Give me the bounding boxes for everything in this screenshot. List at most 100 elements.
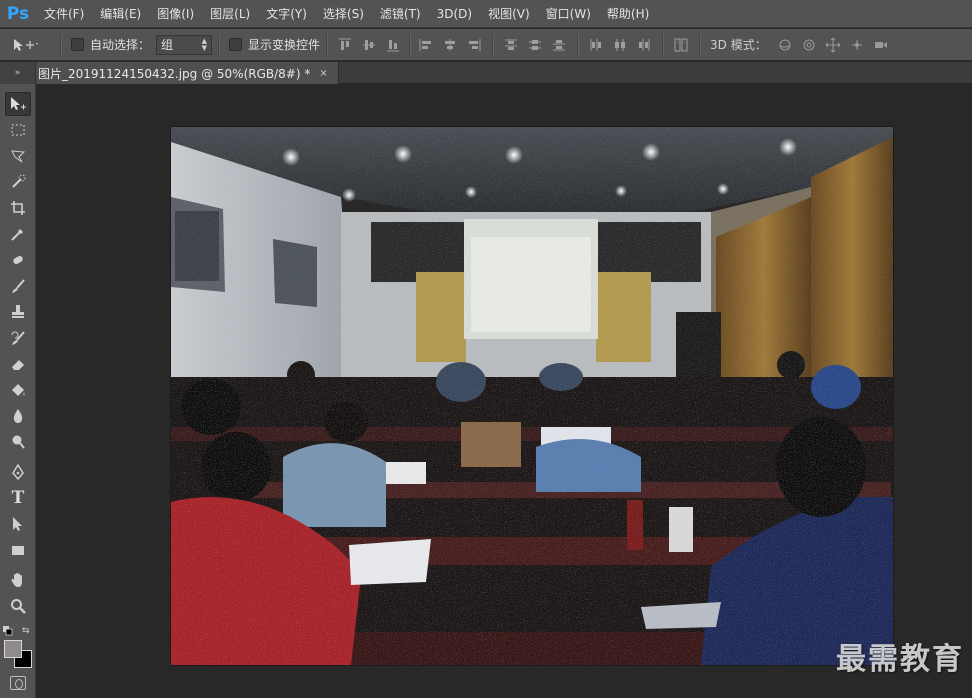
zoom-tool[interactable] xyxy=(5,594,31,618)
close-tab-icon[interactable]: × xyxy=(319,68,327,79)
pen-tool[interactable] xyxy=(5,460,31,484)
canvas-area[interactable]: 最需教育 xyxy=(37,85,972,698)
show-transform-group: 显示变换控件 xyxy=(229,36,320,53)
align-right-edges-button[interactable] xyxy=(464,35,484,55)
watermark-text: 最需教育 xyxy=(836,642,964,677)
options-separator xyxy=(662,33,664,56)
dodge-tool[interactable] xyxy=(5,430,31,454)
quick-mask-icon[interactable] xyxy=(10,676,26,690)
distribute-vcenter-button[interactable] xyxy=(525,35,545,55)
menu-bar: Ps 文件(F) 编辑(E) 图像(I) 图层(L) 文字(Y) 选择(S) 滤… xyxy=(0,0,972,28)
hand-tool[interactable] xyxy=(5,568,31,592)
eyedropper-tool[interactable] xyxy=(5,222,31,246)
swap-colors-icon[interactable]: ⇆ xyxy=(22,626,32,636)
document-image[interactable] xyxy=(171,127,893,665)
zoom-tool-icon xyxy=(11,599,26,614)
dropdown-arrows-icon: ▲ ▼ xyxy=(201,36,208,52)
align-top-icon xyxy=(339,38,352,50)
menu-3d[interactable]: 3D(D) xyxy=(429,0,480,28)
pen-tool-icon xyxy=(12,463,24,481)
align-vcenter-icon xyxy=(363,39,376,50)
path-selection-tool[interactable] xyxy=(5,512,31,536)
eraser-tool[interactable] xyxy=(5,352,31,376)
align-left-edges-button[interactable] xyxy=(416,35,436,55)
menu-view[interactable]: 视图(V) xyxy=(480,0,538,28)
auto-select-label: 自动选择： xyxy=(90,38,151,52)
type-tool[interactable]: T xyxy=(5,486,31,510)
options-separator xyxy=(326,33,328,56)
blur-tool[interactable] xyxy=(5,404,31,428)
document-tab[interactable]: 图片_20191124150432.jpg @ 50%(RGB/8#) * × xyxy=(36,62,339,84)
blur-tool-icon xyxy=(13,409,23,423)
align-vertical-centers-button[interactable] xyxy=(359,35,379,55)
3d-mode-label: 3D 模式： xyxy=(710,38,767,52)
menu-help[interactable]: 帮助(H) xyxy=(599,0,657,28)
align-horizontal-centers-button[interactable] xyxy=(440,35,460,55)
menu-window[interactable]: 窗口(W) xyxy=(538,0,599,28)
rectangle-tool[interactable] xyxy=(5,538,31,562)
menu-edit[interactable]: 编辑(E) xyxy=(92,0,149,28)
align-hcenter-icon xyxy=(445,38,456,51)
history-brush-tool[interactable] xyxy=(5,326,31,350)
healing-brush-tool[interactable] xyxy=(5,248,31,272)
auto-align-layers-button[interactable] xyxy=(671,35,691,55)
3d-scale-button[interactable] xyxy=(871,35,891,55)
crop-tool[interactable] xyxy=(5,196,31,220)
menu-file[interactable]: 文件(F) xyxy=(36,0,92,28)
lasso-tool[interactable] xyxy=(5,144,31,168)
move-tool[interactable] xyxy=(5,92,31,116)
history-brush-tool-icon xyxy=(11,331,25,345)
classroom-photo xyxy=(171,127,893,665)
default-colors-icon[interactable] xyxy=(3,626,13,636)
distribute-left-button[interactable] xyxy=(586,35,606,55)
tool-preset-picker[interactable] xyxy=(12,34,54,56)
options-separator xyxy=(492,33,494,56)
photoshop-window: Ps 文件(F) 编辑(E) 图像(I) 图层(L) 文字(Y) 选择(S) 滤… xyxy=(0,0,972,698)
hand-tool-icon xyxy=(11,573,22,587)
menu-image[interactable]: 图像(I) xyxy=(149,0,202,28)
options-bar: 自动选择： 组 ▲ ▼ 显示变换控件 3D 模式： xyxy=(0,29,972,61)
brush-tool[interactable] xyxy=(5,274,31,298)
align-right-icon xyxy=(469,38,481,51)
quick-selection-tool-icon xyxy=(12,174,26,188)
align-top-edges-button[interactable] xyxy=(335,35,355,55)
marquee-tool[interactable] xyxy=(5,118,31,142)
3d-slide-button[interactable] xyxy=(847,35,867,55)
auto-select-value: 组 xyxy=(161,38,174,52)
distribute-hcenter-icon xyxy=(615,38,626,51)
marquee-tool-icon xyxy=(11,124,25,136)
options-separator xyxy=(409,33,411,56)
auto-select-group: 自动选择： 组 ▲ ▼ xyxy=(71,34,213,55)
menu-filter[interactable]: 滤镜(T) xyxy=(372,0,429,28)
brush-tool-icon xyxy=(12,279,25,293)
3d-roll-icon xyxy=(803,39,815,50)
paint-bucket-tool[interactable] xyxy=(5,378,31,402)
distribute-hcenter-button[interactable] xyxy=(610,35,630,55)
collapse-panels-button[interactable]: » xyxy=(0,62,36,84)
3d-rotate-button[interactable] xyxy=(775,35,795,55)
clone-stamp-tool[interactable] xyxy=(5,300,31,324)
options-separator xyxy=(218,33,220,56)
3d-camera-icon xyxy=(874,41,887,48)
distribute-top-button[interactable] xyxy=(501,35,521,55)
distribute-right-icon xyxy=(639,38,650,51)
path-selection-tool-icon xyxy=(13,517,22,531)
menu-type[interactable]: 文字(Y) xyxy=(258,0,315,28)
3d-roll-button[interactable] xyxy=(799,35,819,55)
auto-select-checkbox[interactable] xyxy=(71,38,84,51)
foreground-color-swatch[interactable] xyxy=(4,640,22,658)
paint-bucket-tool-icon xyxy=(12,384,25,396)
auto-select-dropdown[interactable]: 组 ▲ ▼ xyxy=(156,34,213,55)
3d-pan-button[interactable] xyxy=(823,35,843,55)
distribute-vcenter-icon xyxy=(529,39,542,50)
align-bottom-edges-button[interactable] xyxy=(383,35,403,55)
align-left-icon xyxy=(419,38,432,51)
menu-select[interactable]: 选择(S) xyxy=(315,0,372,28)
quick-selection-tool[interactable] xyxy=(5,170,31,194)
show-transform-checkbox[interactable] xyxy=(229,38,243,51)
distribute-right-button[interactable] xyxy=(634,35,654,55)
distribute-bottom-button[interactable] xyxy=(549,35,569,55)
menu-layer[interactable]: 图层(L) xyxy=(202,0,258,28)
distribute-left-icon xyxy=(590,38,602,51)
crop-tool-icon xyxy=(11,201,25,215)
